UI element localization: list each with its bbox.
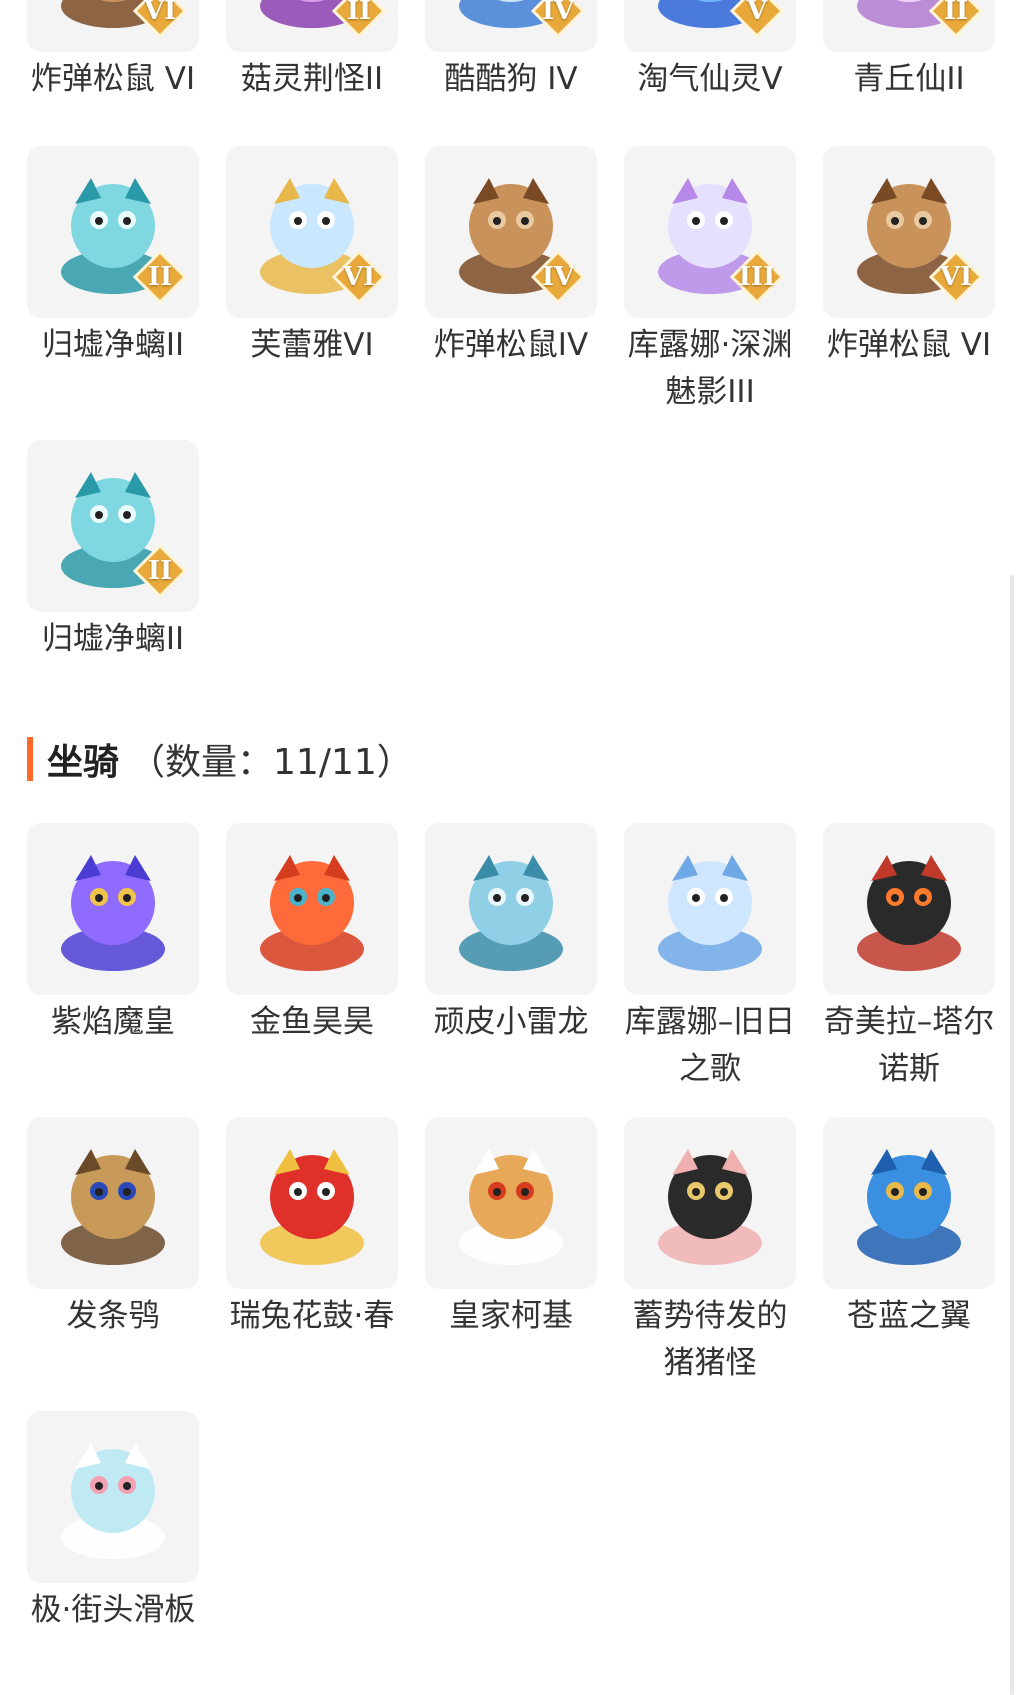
pet-row-2: II 归墟净螭II VI 芙蕾雅VI IV 炸弹松鼠IV III 库露娜·深渊魅影III — [0, 146, 995, 416]
collection-card[interactable]: V 淘气仙灵V — [624, 0, 796, 103]
collection-card[interactable]: VI 炸弹松鼠 VI — [27, 0, 199, 103]
card-name: 极·街头滑板 — [30, 1592, 196, 1628]
level-badge: VI — [332, 250, 386, 304]
squirrel-icon: IV — [425, 146, 597, 318]
kuluna-icon: III — [624, 146, 796, 318]
collection-card[interactable]: II 归墟净螭II — [27, 440, 199, 663]
card-name: 菇灵荆怪II — [240, 61, 384, 97]
mount-row-1: 紫焰魔皇 金鱼昊昊 顽皮小雷龙 库露娜–旧日之歌 奇美拉–塔尔诺斯 — [0, 823, 995, 1093]
pig-icon — [624, 1117, 796, 1289]
collection-card[interactable]: 瑞兔花鼓·春 — [226, 1117, 398, 1387]
collection-card[interactable]: 顽皮小雷龙 — [425, 823, 597, 1093]
card-name: 瑞兔花鼓·春 — [229, 1298, 395, 1334]
section-title-text: 坐骑 — [47, 742, 120, 783]
pet-row-1: VI 炸弹松鼠 VI II 菇灵荆怪II IV 酷酷狗 IV V 淘气仙灵V I… — [0, 0, 995, 103]
collection-card[interactable]: IV 酷酷狗 IV — [425, 0, 597, 103]
section-accent-bar — [27, 737, 33, 781]
mushroom-sprite-icon: II — [226, 0, 398, 52]
level-badge: IV — [531, 0, 585, 38]
card-name: 酷酷狗 IV — [444, 61, 578, 97]
level-badge: V — [730, 0, 784, 38]
corgi-icon — [425, 1117, 597, 1289]
thunder-dragon-icon — [425, 823, 597, 995]
card-name: 归墟净螭II — [41, 327, 185, 363]
page: VI 炸弹松鼠 VI II 菇灵荆怪II IV 酷酷狗 IV V 淘气仙灵V I… — [0, 0, 1020, 1695]
owl-icon — [27, 1117, 199, 1289]
collection-card[interactable]: II 青丘仙II — [823, 0, 995, 103]
collection-card[interactable]: 奇美拉–塔尔诺斯 — [823, 823, 995, 1093]
card-name: 顽皮小雷龙 — [433, 1004, 589, 1040]
collection-card[interactable]: 蓄势待发的猪猪怪 — [624, 1117, 796, 1387]
blue-sprite-icon: V — [624, 0, 796, 52]
pet-row-3: II 归墟净螭II — [0, 440, 995, 663]
card-name: 金鱼昊昊 — [250, 1004, 374, 1040]
collection-card[interactable]: III 库露娜·深渊魅影III — [624, 146, 796, 416]
card-name: 发条鸮 — [66, 1298, 160, 1334]
collection-card[interactable]: 金鱼昊昊 — [226, 823, 398, 1093]
scrollbar[interactable] — [1010, 575, 1014, 1695]
section-title-mounts: 坐骑 （数量：11/11） — [27, 733, 413, 785]
collection-card[interactable]: 紫焰魔皇 — [27, 823, 199, 1093]
card-name: 蓄势待发的猪猪怪 — [632, 1298, 788, 1381]
collection-card[interactable]: II 归墟净螭II — [27, 146, 199, 416]
skateboard-icon — [27, 1411, 199, 1583]
chimera-icon — [823, 823, 995, 995]
fox-fairy-icon: II — [823, 0, 995, 52]
collection-card[interactable]: VI 芙蕾雅VI — [226, 146, 398, 416]
squirrel-icon: VI — [823, 146, 995, 318]
level-badge: II — [332, 0, 386, 38]
level-badge: II — [133, 250, 187, 304]
goldfish-icon — [226, 823, 398, 995]
card-name: 炸弹松鼠 VI — [826, 327, 992, 363]
card-name: 奇美拉–塔尔诺斯 — [823, 1004, 995, 1087]
card-name: 青丘仙II — [853, 61, 965, 97]
dragon-icon: II — [27, 440, 199, 612]
collection-card[interactable]: II 菇灵荆怪II — [226, 0, 398, 103]
level-badge: IV — [531, 250, 585, 304]
card-name: 皇家柯基 — [449, 1298, 573, 1334]
card-name: 归墟净螭II — [41, 621, 185, 657]
card-name: 库露娜·深渊魅影III — [627, 327, 793, 410]
kuluna-song-icon — [624, 823, 796, 995]
collection-card[interactable]: 库露娜–旧日之歌 — [624, 823, 796, 1093]
level-badge: II — [133, 544, 187, 598]
freya-icon: VI — [226, 146, 398, 318]
level-badge: VI — [929, 250, 983, 304]
collection-card[interactable]: 极·街头滑板 — [27, 1411, 199, 1634]
card-name: 炸弹松鼠 VI — [30, 61, 196, 97]
card-name: 苍蓝之翼 — [847, 1298, 971, 1334]
squirrel-icon: VI — [27, 0, 199, 52]
mount-row-2: 发条鸮 瑞兔花鼓·春 皇家柯基 蓄势待发的猪猪怪 苍蓝之翼 — [0, 1117, 995, 1387]
blue-dragon-icon — [823, 1117, 995, 1289]
collection-card[interactable]: IV 炸弹松鼠IV — [425, 146, 597, 416]
card-name: 库露娜–旧日之歌 — [624, 1004, 796, 1087]
collection-card[interactable]: 皇家柯基 — [425, 1117, 597, 1387]
rabbit-drum-icon — [226, 1117, 398, 1289]
collection-card[interactable]: VI 炸弹松鼠 VI — [823, 146, 995, 416]
level-badge: II — [929, 0, 983, 38]
level-badge: VI — [133, 0, 187, 38]
phoenix-icon — [27, 823, 199, 995]
card-name: 炸弹松鼠IV — [433, 327, 589, 363]
mount-row-3: 极·街头滑板 — [0, 1411, 995, 1634]
section-count: （数量：11/11） — [129, 742, 413, 783]
dragon-icon: II — [27, 146, 199, 318]
card-name: 淘气仙灵V — [637, 61, 783, 97]
collection-card[interactable]: 苍蓝之翼 — [823, 1117, 995, 1387]
cool-dog-icon: IV — [425, 0, 597, 52]
level-badge: III — [730, 250, 784, 304]
collection-card[interactable]: 发条鸮 — [27, 1117, 199, 1387]
card-name: 紫焰魔皇 — [51, 1004, 175, 1040]
card-name: 芙蕾雅VI — [250, 327, 374, 363]
